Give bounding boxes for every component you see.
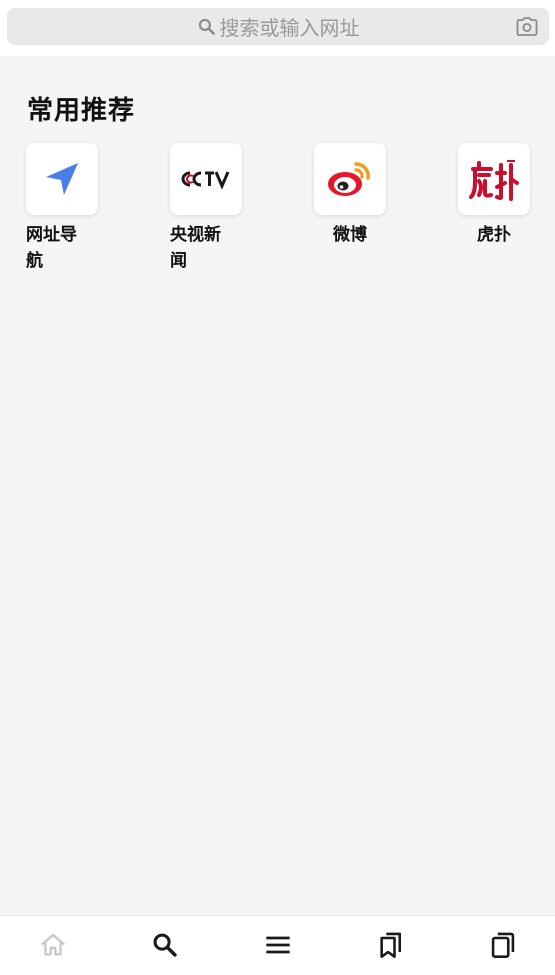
bookmarks-icon: [380, 932, 402, 958]
app-label[interactable]: 网址导航: [26, 222, 86, 274]
menu-button[interactable]: [263, 930, 293, 960]
app-label[interactable]: 虎扑: [458, 222, 530, 248]
search-icon: [198, 18, 215, 35]
search-icon: [153, 933, 177, 957]
app-tile[interactable]: [26, 143, 98, 215]
app-shortcut-navigation[interactable]: 网址导航: [26, 143, 100, 274]
app-tile[interactable]: [314, 143, 386, 215]
top-bar: 搜索或输入网址: [0, 0, 555, 56]
home-button[interactable]: [38, 930, 68, 960]
navigation-arrow-icon: [46, 163, 78, 195]
app-tile[interactable]: [458, 143, 530, 215]
tabs-icon: [491, 932, 515, 958]
home-icon: [41, 933, 65, 956]
bottom-navigation-bar: [0, 915, 555, 975]
search-placeholder[interactable]: 搜索或输入网址: [220, 12, 360, 41]
app-label[interactable]: 微博: [314, 222, 386, 248]
weibo-logo-icon: [328, 162, 370, 196]
app-shortcut-weibo[interactable]: 微博: [314, 143, 388, 248]
app-shortcut-cctv[interactable]: 央视新闻: [170, 143, 244, 274]
browser-home-screen: 搜索或输入网址 常用推荐 网址导航 央视新闻 微博 虎扑: [0, 0, 555, 975]
menu-icon: [266, 936, 290, 954]
tabs-button[interactable]: [488, 930, 518, 960]
search-bar[interactable]: 搜索或输入网址: [7, 8, 549, 45]
bookmarks-button[interactable]: [376, 930, 406, 960]
camera-icon[interactable]: [515, 15, 539, 39]
cctv-logo-icon: [181, 171, 230, 189]
app-tile[interactable]: [170, 143, 242, 215]
hupu-logo-icon: [469, 160, 519, 201]
search-placeholder-group[interactable]: 搜索或输入网址: [7, 8, 549, 45]
app-shortcut-hupu[interactable]: 虎扑: [458, 143, 532, 248]
section-title: 常用推荐: [27, 96, 136, 126]
app-label[interactable]: 央视新闻: [170, 222, 230, 274]
search-button[interactable]: [150, 930, 180, 960]
